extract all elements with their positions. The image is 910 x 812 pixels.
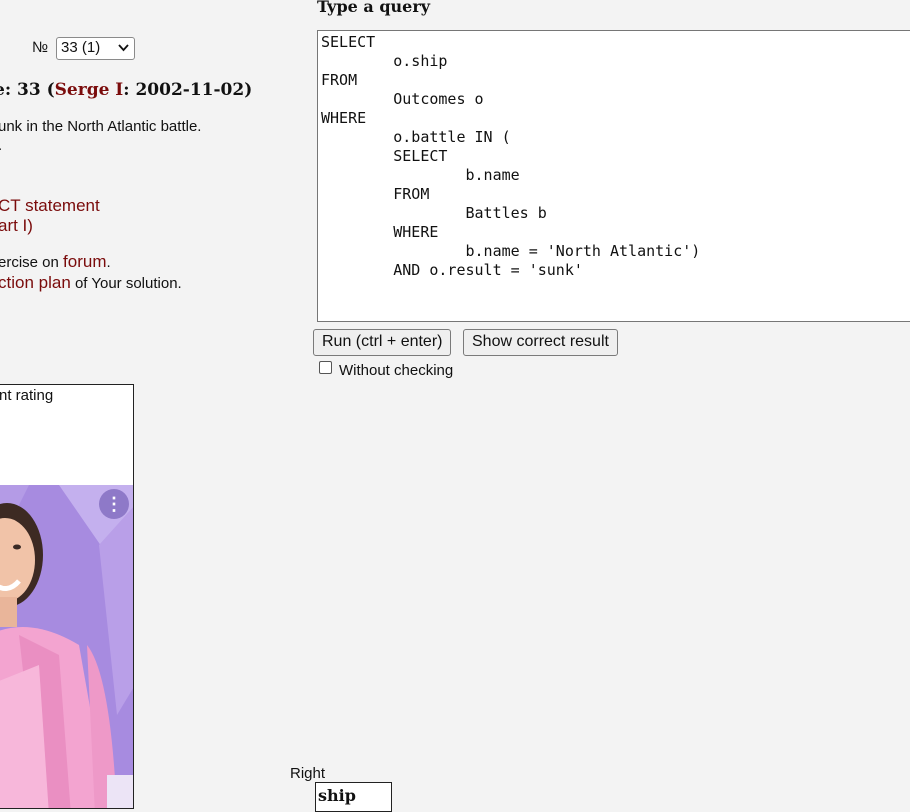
- result-table: ship: [315, 782, 392, 812]
- exercise-select[interactable]: 33 (1): [56, 37, 135, 60]
- forum-link[interactable]: forum: [63, 252, 106, 271]
- exercise-description: unk in the North Atlantic battle. .: [0, 117, 201, 155]
- author-name: Serge I: [54, 80, 124, 100]
- run-button[interactable]: Run (ctrl + enter): [313, 329, 452, 356]
- ad-illustration: [0, 485, 133, 808]
- show-correct-result-button[interactable]: Show correct result: [463, 329, 618, 356]
- statement-line[interactable]: CT statement: [0, 196, 100, 216]
- result-status-label: Right: [290, 765, 326, 782]
- rating-panel: nt rating ⋮: [0, 384, 134, 809]
- kebab-menu-icon[interactable]: ⋮: [99, 489, 129, 519]
- exercise-title: e: 33 (Serge I: 2002-11-02): [0, 80, 252, 100]
- description-line: .: [0, 136, 201, 155]
- forum-prefix: ercise on: [0, 254, 64, 271]
- without-checking-checkbox[interactable]: [319, 361, 332, 374]
- rating-label: nt rating: [0, 387, 54, 404]
- sql-query-editor[interactable]: SELECT o.ship FROM Outcomes o WHERE o.ba…: [317, 30, 910, 322]
- exercise-number-label: №: [32, 39, 49, 56]
- query-heading: Type a query: [317, 0, 431, 16]
- title-suffix: : 2002-11-02): [123, 80, 253, 100]
- exercise-select-value: 33 (1): [61, 39, 101, 56]
- execution-plan-link[interactable]: ction plan: [0, 273, 71, 292]
- forum-suffix: .: [106, 254, 111, 271]
- title-prefix: e: 33 (: [0, 80, 55, 100]
- chevron-down-icon: [118, 41, 129, 55]
- without-checking-label[interactable]: Without checking: [339, 362, 453, 379]
- forum-info: ercise on forum. ction plan of Your solu…: [0, 252, 182, 294]
- statement-link[interactable]: CT statement art I): [0, 196, 100, 236]
- plan-suffix: of Your solution.: [70, 275, 182, 292]
- description-line: unk in the North Atlantic battle.: [0, 118, 202, 135]
- advertisement-image[interactable]: ⋮: [0, 485, 133, 808]
- result-column-header: ship: [318, 786, 356, 805]
- statement-line[interactable]: art I): [0, 216, 100, 236]
